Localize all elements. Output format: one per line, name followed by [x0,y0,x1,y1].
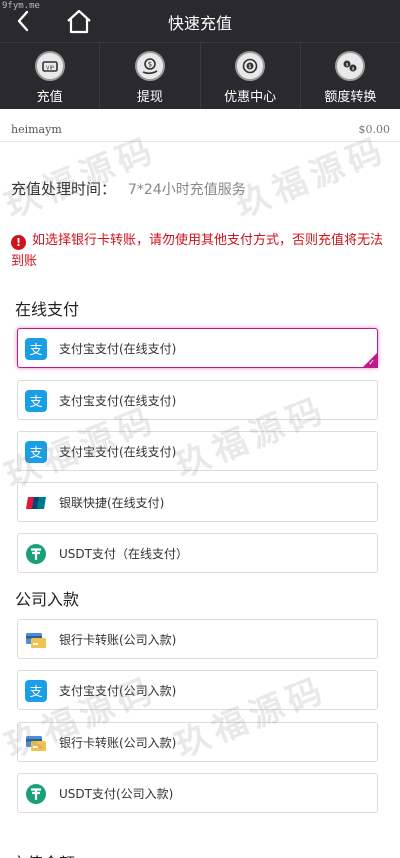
withdraw-icon: $ [134,51,165,81]
nav-label: 提现 [136,90,163,105]
nav-transfer[interactable]: $ $ 额度转换 [301,43,400,109]
warning-message: ! 如选择银行卡转账，请勿使用其他支付方式，否则充值将无法到账 [11,230,389,272]
payment-label: 支付宝支付(在线支付) [59,445,177,459]
svg-text:支: 支 [29,446,42,461]
svg-text:支: 支 [29,395,42,410]
payment-label: 支付宝支付(在线支付) [59,342,177,356]
page-title: 快速充值 [167,14,232,33]
payment-label: 银联快捷(在线支付) [59,496,165,510]
payment-option-usdt-company[interactable]: USDT支付(公司入款) [17,773,378,813]
promo-icon: $ [235,51,266,81]
svg-text:支: 支 [29,343,42,358]
payment-label: USDT支付（在线支付） [59,547,188,561]
payment-option-bank-transfer[interactable]: 银行卡转账(公司入款) [17,619,378,659]
payment-option-alipay-company[interactable]: 支 支付宝支付(公司入款) [17,670,378,710]
account-name: heimaym [11,123,62,136]
alipay-icon: 支 [25,441,47,463]
payment-option-alipay-online[interactable]: 支 支付宝支付(在线支付) ✓ [17,328,378,368]
payment-option-unionpay-online[interactable]: 银联快捷(在线支付) [17,482,378,522]
nav-label: 优惠中心 [224,90,277,105]
deposit-icon: VIP [34,51,65,81]
processing-time: 充值处理时间： 7*24小时充值服务 [11,178,246,199]
payment-label: USDT支付(公司入款) [59,787,174,801]
payment-option-alipay-online[interactable]: 支 支付宝支付(在线支付) [17,380,378,420]
nav-withdraw[interactable]: $ 提现 [100,43,201,109]
svg-text:$: $ [346,62,349,68]
svg-text:$: $ [249,64,252,70]
bank-card-icon [26,633,46,648]
processing-label: 充值处理时间： [11,180,117,198]
warning-text: 如选择银行卡转账，请勿使用其他支付方式，否则充值将无法到账 [11,233,384,269]
svg-text:$: $ [352,66,355,72]
alert-icon: ! [11,235,26,250]
checkmark-icon: ✓ [368,358,375,367]
nav-label: 额度转换 [324,90,377,105]
payment-option-bank-transfer[interactable]: 银行卡转账(公司入款) [17,722,378,762]
usdt-icon [26,784,46,804]
alipay-icon: 支 [25,390,47,412]
payment-label: 支付宝支付(在线支付) [59,394,177,408]
account-row: heimaym $0.00 [0,118,400,142]
top-bar: 9fym.me 快速充值 [0,0,400,42]
nav-deposit[interactable]: VIP 充值 [0,43,101,109]
unionpay-icon [26,497,46,509]
alipay-icon: 支 [25,338,47,360]
payment-label: 银行卡转账(公司入款) [59,736,177,750]
payment-label: 银行卡转账(公司入款) [59,633,177,647]
transfer-icon: $ $ [335,51,366,81]
category-nav: VIP 充值 $ 提现 $ 优惠中心 $ $ 额度转换 [0,42,400,109]
amount-section-title: 充值金额 [11,850,75,858]
payment-label: 支付宝支付(公司入款) [59,684,177,698]
bank-card-icon [26,736,46,751]
svg-text:支: 支 [29,685,42,700]
account-balance: $0.00 [358,123,391,136]
svg-text:$: $ [148,61,152,69]
company-section-title: 公司入款 [15,590,80,609]
svg-text:VIP: VIP [46,66,54,72]
alipay-icon: 支 [25,680,47,702]
nav-label: 充值 [36,90,63,105]
payment-option-usdt-online[interactable]: USDT支付（在线支付） [17,533,378,573]
payment-option-alipay-online[interactable]: 支 支付宝支付(在线支付) [17,431,378,471]
nav-promo[interactable]: $ 优惠中心 [201,43,301,109]
usdt-icon [26,544,46,564]
online-section-title: 在线支付 [15,300,80,319]
processing-value: 7*24小时充值服务 [128,182,246,198]
